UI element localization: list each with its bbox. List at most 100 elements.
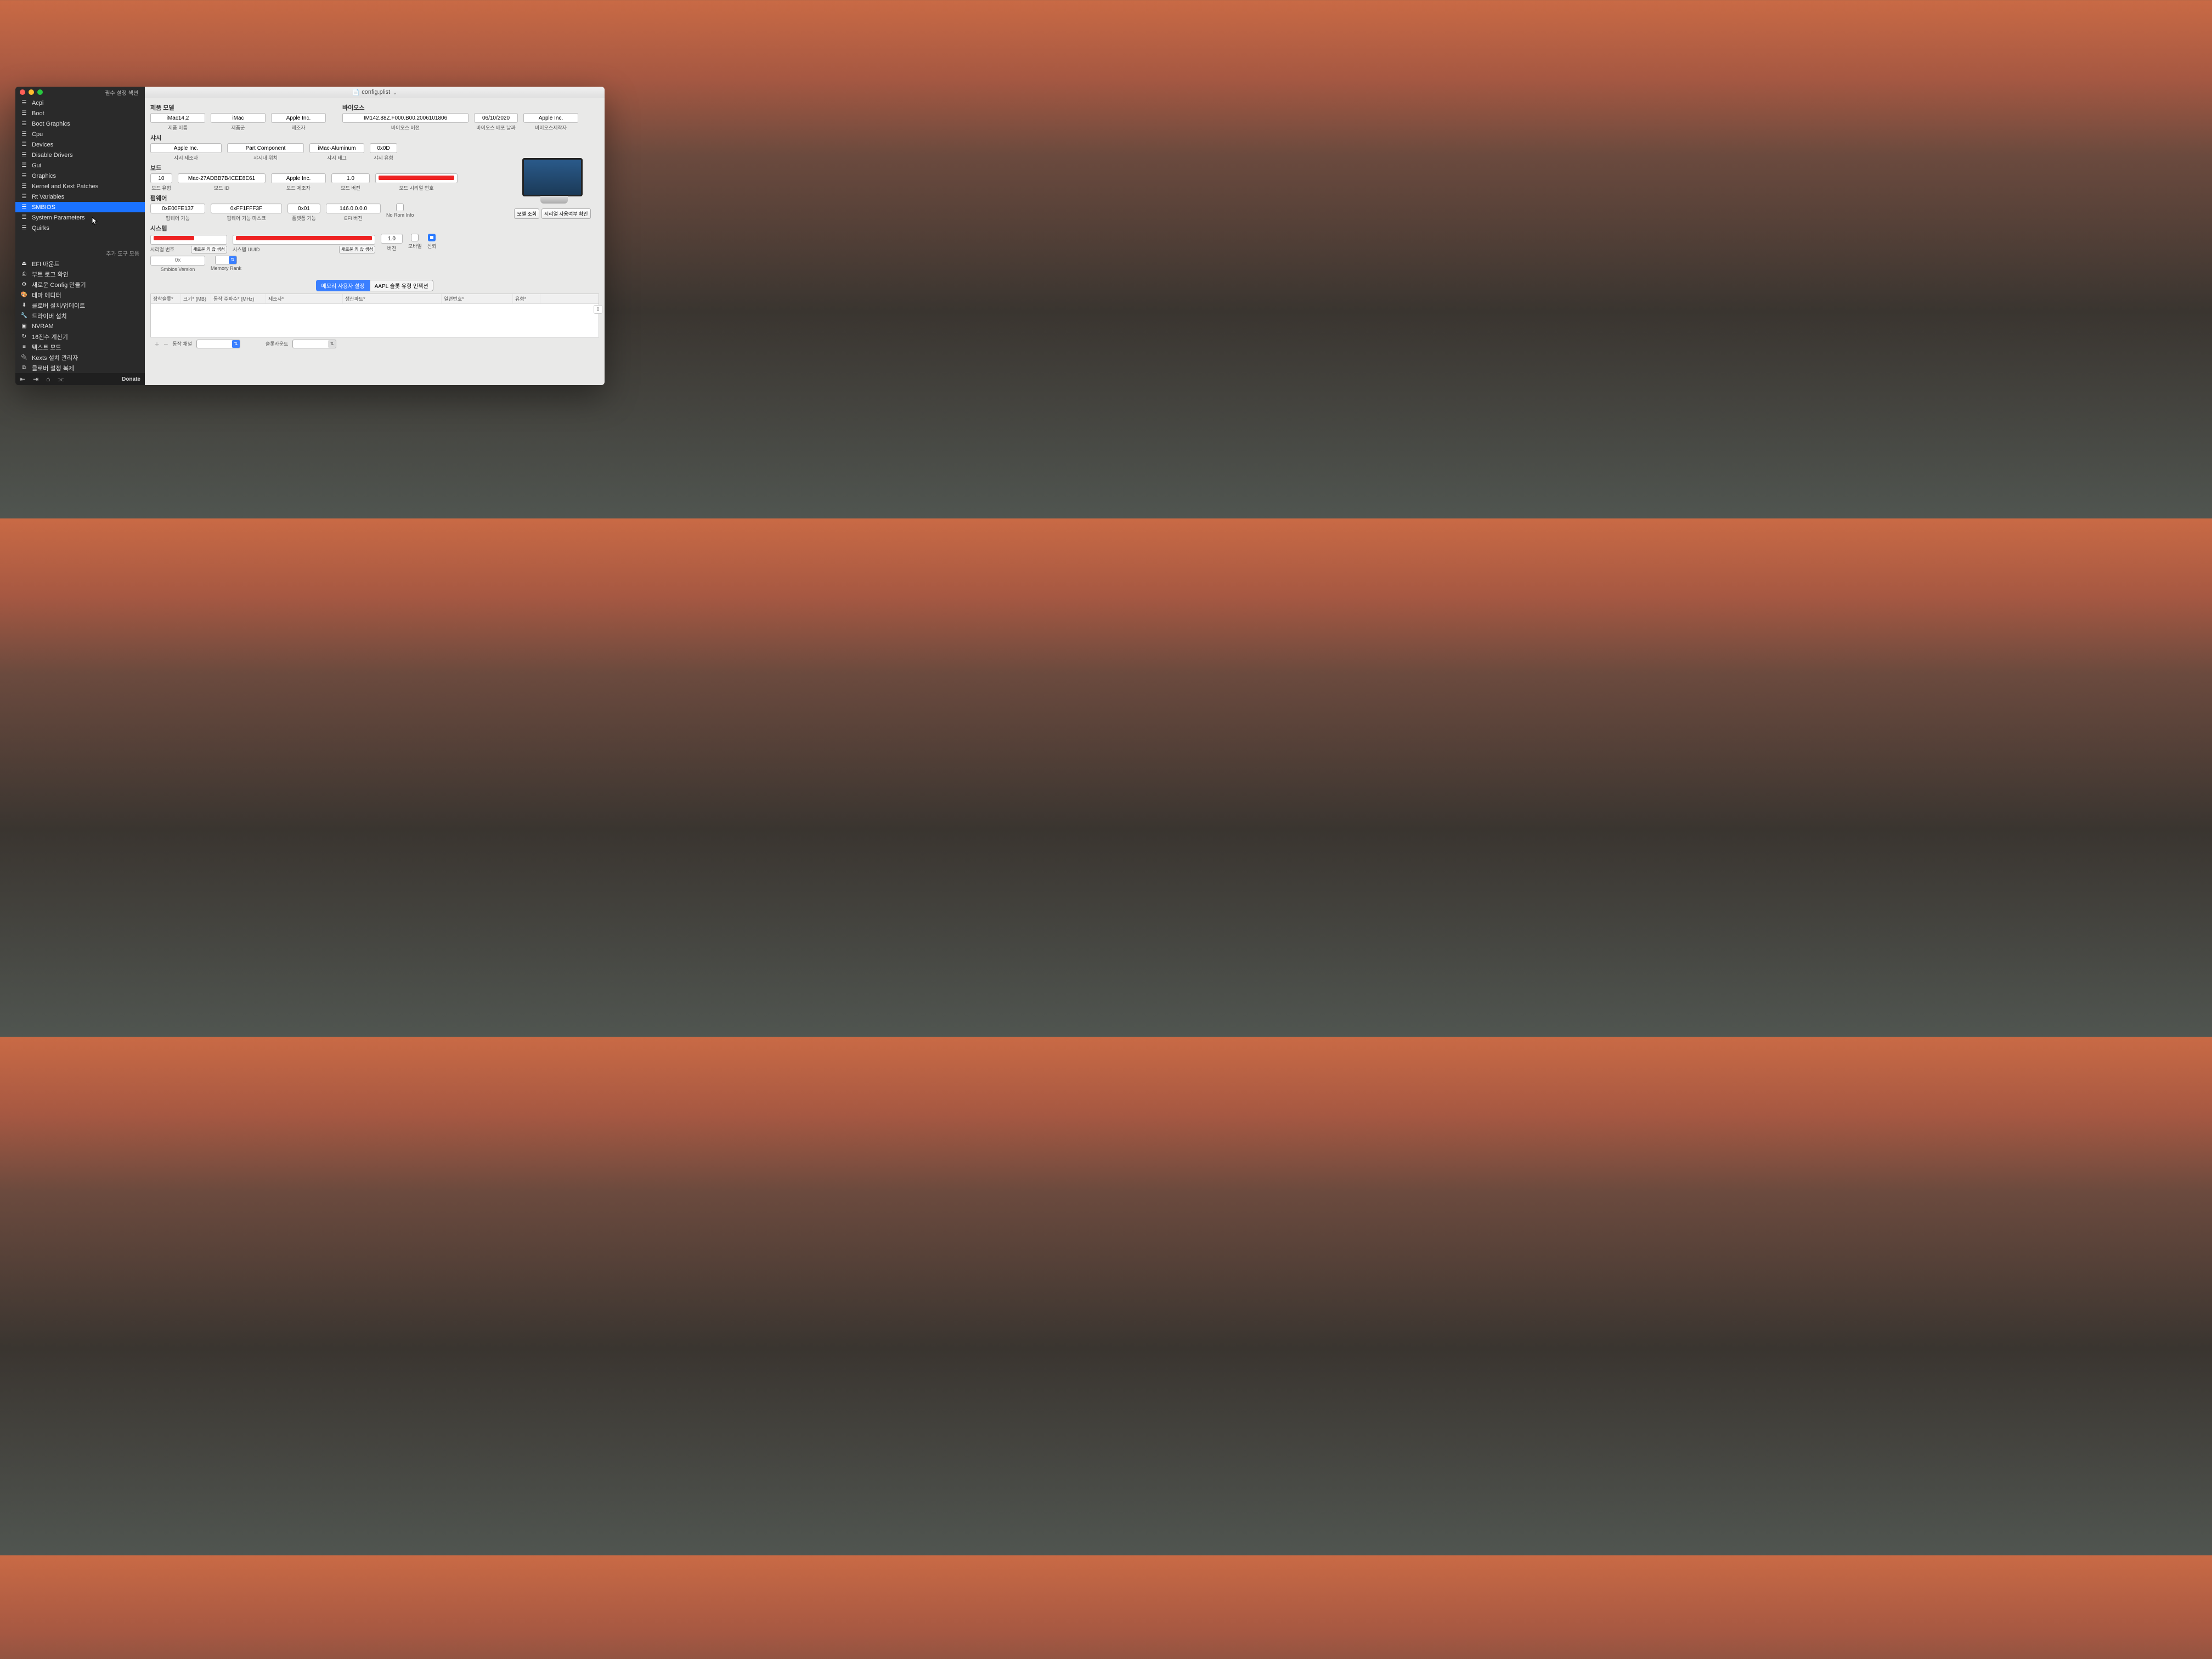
firmware-mask-input[interactable] <box>211 204 282 213</box>
chassis-location-input[interactable] <box>227 143 304 153</box>
donate-button[interactable]: Donate <box>122 376 140 382</box>
resize-handle[interactable]: ⇕ <box>594 305 602 314</box>
sidebar-item-quirks[interactable]: ☰Quirks <box>15 223 145 233</box>
zoom-button[interactable] <box>37 89 43 95</box>
chassis-manufacturer-input[interactable] <box>150 143 222 153</box>
product-family-input[interactable] <box>211 113 266 123</box>
model-lookup-button[interactable]: 모델 조회 <box>514 208 539 219</box>
board-type-input[interactable] <box>150 173 172 183</box>
bios-version-input[interactable] <box>342 113 469 123</box>
tool-item-nvram[interactable]: ▣ NVRAM <box>15 321 145 331</box>
list-icon: ☰ <box>21 162 27 168</box>
redacted-overlay <box>236 236 372 240</box>
nav-label: Devices <box>32 142 53 148</box>
board-manufacturer-input[interactable] <box>271 173 326 183</box>
sidebar-item-devices[interactable]: ☰ Devices <box>15 139 145 150</box>
product-manufacturer-input[interactable] <box>271 113 326 123</box>
chassis-type-input[interactable] <box>370 143 397 153</box>
list-icon: ☰ <box>21 194 27 200</box>
list-icon: ☰ <box>21 121 27 127</box>
list-icon: ↻ <box>21 334 27 340</box>
list-icon: ☰ <box>21 142 27 148</box>
tool-item-클로버-설치/업데이트[interactable]: ⬇클로버 설치/업데이트 <box>15 300 145 311</box>
list-icon: ☰ <box>21 152 27 158</box>
imac-preview-image <box>522 158 583 196</box>
channel-select[interactable]: ⇅ <box>196 340 240 348</box>
list-icon: ⚙ <box>21 281 27 287</box>
table-header[interactable]: 생산파트* <box>343 294 442 303</box>
board-id-input[interactable] <box>178 173 266 183</box>
sidebar-nav: ☰Acpi☰Boot☰Boot Graphics☰Cpu☰Devices☰Dis… <box>15 98 145 247</box>
minimize-button[interactable] <box>29 89 34 95</box>
sidebar-item-gui[interactable]: ☰ Gui <box>15 160 145 171</box>
share-icon[interactable]: ⫘ <box>58 375 64 383</box>
nav-label: Gui <box>32 162 41 169</box>
list-icon: ⧉ <box>21 365 27 371</box>
table-header[interactable]: 동작 주파수* (MHz) <box>211 294 266 303</box>
tool-item-부트-로그-확인[interactable]: ⎙부트 로그 확인 <box>15 269 145 279</box>
table-header[interactable]: 크기* (MB) <box>181 294 211 303</box>
export-icon[interactable]: ⇤ <box>20 375 25 383</box>
board-version-input[interactable] <box>331 173 370 183</box>
tool-item-kexts-설치-관리자[interactable]: 🔌 Kexts 설치 관리자 <box>15 352 145 363</box>
check-serial-button[interactable]: 시리얼 사용여부 확인 <box>541 208 591 219</box>
firmware-features-input[interactable] <box>150 204 205 213</box>
tool-item-새로운-config-만들기[interactable]: ⚙새로운 Config 만들기 <box>15 279 145 290</box>
list-icon: ▣ <box>21 323 27 329</box>
bios-vendor-input[interactable] <box>523 113 578 123</box>
close-button[interactable] <box>20 89 25 95</box>
table-header[interactable]: 유형* <box>513 294 540 303</box>
section-bios: 바이오스 <box>342 103 599 112</box>
chassis-tag-input[interactable] <box>309 143 364 153</box>
slot-count-select[interactable]: ⇅ <box>292 340 336 348</box>
generate-serial-button[interactable]: 새로운 키 값 생성 <box>191 246 227 253</box>
smbios-version-input[interactable] <box>150 256 205 266</box>
nav-label: 클로버 설정 복제 <box>32 364 74 373</box>
table-header[interactable]: 일련번호* <box>442 294 513 303</box>
nav-label: 드라이버 설치 <box>32 312 67 320</box>
sidebar-item-disable-drivers[interactable]: ☰Disable Drivers <box>15 150 145 160</box>
nav-label: NVRAM <box>32 323 54 330</box>
tab-memory-user[interactable]: 메모리 사용자 설정 <box>316 280 369 291</box>
tool-item-efi-마운트[interactable]: ⏏EFI 마운트 <box>15 258 145 269</box>
sidebar-item-smbios[interactable]: ☰SMBIOS <box>15 202 145 212</box>
list-icon: ☰ <box>21 131 27 137</box>
sidebar-item-rt-variables[interactable]: ☰Rt Variables <box>15 191 145 202</box>
sidebar-item-boot-graphics[interactable]: ☰ Boot Graphics <box>15 119 145 129</box>
tool-item-16진수-계산기[interactable]: ↻16진수 계산기 <box>15 331 145 342</box>
mobile-checkbox[interactable] <box>411 234 419 241</box>
system-version-input[interactable] <box>381 234 403 244</box>
tool-item-드라이버-설치[interactable]: 🔧드라이버 설치 <box>15 311 145 321</box>
import-icon[interactable]: ⇥ <box>33 375 38 383</box>
no-rom-info-checkbox[interactable] <box>396 204 404 211</box>
sidebar-item-kernel-and-kext-patches[interactable]: ☰Kernel and Kext Patches <box>15 181 145 191</box>
table-header[interactable]: 장착슬롯* <box>151 294 181 303</box>
list-icon: ☰ <box>21 183 27 189</box>
tool-item-텍스트-모드[interactable]: ≡텍스트 모드 <box>15 342 145 352</box>
trust-checkbox[interactable] <box>428 234 436 241</box>
sidebar-item-cpu[interactable]: ☰Cpu <box>15 129 145 139</box>
home-icon[interactable]: ⌂ <box>46 375 50 383</box>
nav-label: Boot Graphics <box>32 121 70 127</box>
memory-rank-select[interactable]: ⇅ <box>215 256 237 264</box>
slot-count-label: 슬롯카운트 <box>266 340 288 347</box>
tab-aapl-slot[interactable]: AAPL 슬롯 유형 인젝션 <box>370 280 433 291</box>
chevron-down-icon[interactable]: ⌄ <box>392 89 397 96</box>
titlebar: 필수 설정 섹션 <box>15 87 145 98</box>
sidebar-item-boot[interactable]: ☰Boot <box>15 108 145 119</box>
sidebar-item-system-parameters[interactable]: ☰System Parameters <box>15 212 145 223</box>
product-name-input[interactable] <box>150 113 205 123</box>
table-header[interactable]: 제조사* <box>266 294 343 303</box>
efi-version-input[interactable] <box>326 204 381 213</box>
remove-row-button[interactable]: − <box>163 340 168 348</box>
add-row-button[interactable]: + <box>155 340 159 348</box>
sidebar-item-acpi[interactable]: ☰Acpi <box>15 98 145 108</box>
platform-features-input[interactable] <box>287 204 320 213</box>
nav-label: Kexts 설치 관리자 <box>32 353 78 362</box>
tool-item-클로버-설정-복제[interactable]: ⧉ 클로버 설정 복제 <box>15 363 145 373</box>
tool-item-테마-에디터[interactable]: 🎨테마 에디터 <box>15 290 145 300</box>
list-icon: 🔌 <box>21 354 27 360</box>
sidebar-item-graphics[interactable]: ☰Graphics <box>15 171 145 181</box>
bios-date-input[interactable] <box>474 113 518 123</box>
generate-uuid-button[interactable]: 새로운 키 값 생성 <box>339 246 375 253</box>
